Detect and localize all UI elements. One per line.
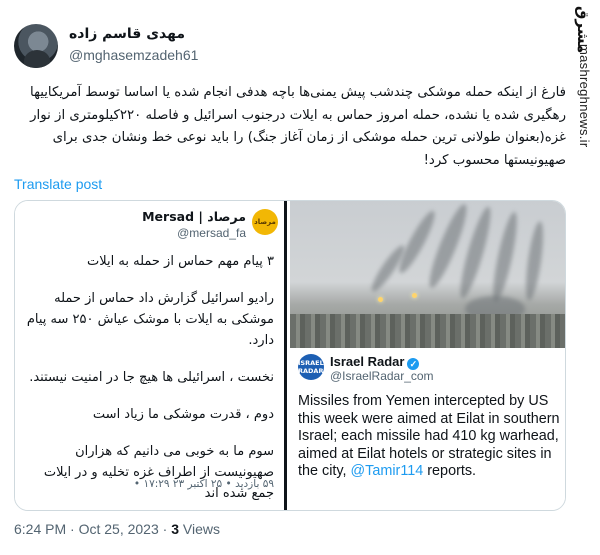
post-date[interactable]: Oct 25, 2023 bbox=[79, 521, 159, 537]
mersad-post-screenshot: مرصاد Mersad | مرصاد @mersad_fa ۳ پیام م… bbox=[15, 201, 287, 510]
mersad-message: ۳ پیام مهم حماس از حمله به ایلات رادیو ا… bbox=[23, 251, 274, 510]
watermark-url: mashreghnews.ir bbox=[577, 44, 592, 148]
mersad-name: Mersad | مرصاد bbox=[142, 209, 246, 224]
author-display-name[interactable]: مهدی قاسم زاده bbox=[69, 26, 185, 42]
mersad-logo: مرصاد bbox=[252, 209, 278, 235]
israel-radar-post: ISRAEL RADAR Israel Radar ✓ @IsraelRadar_… bbox=[290, 348, 565, 510]
mersad-line: رادیو اسرائیل گزارش داد حماس از حمله موش… bbox=[26, 291, 274, 348]
radar-collage: ISRAEL RADAR Israel Radar ✓ @IsraelRadar_… bbox=[290, 201, 565, 510]
rocket-launch-photo bbox=[290, 201, 565, 348]
mersad-footer: ۵۹ بازدید • ۲۵ اکتبر ۲۳ ۱۷:۲۹ • bbox=[133, 478, 274, 490]
post-meta: 6:24 PM · Oct 25, 2023 · 3 Views bbox=[14, 521, 220, 537]
attached-image[interactable]: مرصاد Mersad | مرصاد @mersad_fa ۳ پیام م… bbox=[14, 200, 566, 511]
mersad-line: دوم ، قدرت موشکی ما زیاد است bbox=[92, 407, 274, 422]
mersad-handle: @mersad_fa bbox=[177, 226, 246, 240]
israel-radar-name: Israel Radar ✓ bbox=[330, 354, 420, 370]
mention-link: @Tamir114 bbox=[350, 463, 424, 479]
mersad-line: ۳ پیام مهم حماس از حمله به ایلات bbox=[87, 254, 274, 269]
israel-radar-handle: @IsraelRadar_com bbox=[330, 369, 434, 383]
watermark-strip: مشرق mashreghnews.ir bbox=[566, 0, 600, 555]
views-label[interactable]: Views bbox=[183, 521, 220, 537]
tweet-header: مهدی قاسم زاده @mghasemzadeh61 bbox=[14, 22, 564, 72]
israel-radar-logo: ISRAEL RADAR bbox=[298, 354, 324, 380]
mersad-line: سوم ما به خوبی می دانیم که هزاران صهیونی… bbox=[43, 444, 274, 501]
views-count: 3 bbox=[171, 521, 180, 537]
israel-radar-text: Missiles from Yemen intercepted by US th… bbox=[298, 393, 560, 479]
post-time[interactable]: 6:24 PM bbox=[14, 521, 66, 537]
author-handle[interactable]: @mghasemzadeh61 bbox=[69, 47, 198, 63]
tweet-text: فارغ از اینکه حمله موشکی چندشب پیش یمنی‌… bbox=[30, 85, 566, 168]
avatar[interactable] bbox=[14, 24, 58, 68]
mersad-line: نخست ، اسرائیلی ها هیچ جا در امنیت نیستن… bbox=[29, 370, 274, 385]
translate-post-link[interactable]: Translate post bbox=[14, 176, 102, 192]
